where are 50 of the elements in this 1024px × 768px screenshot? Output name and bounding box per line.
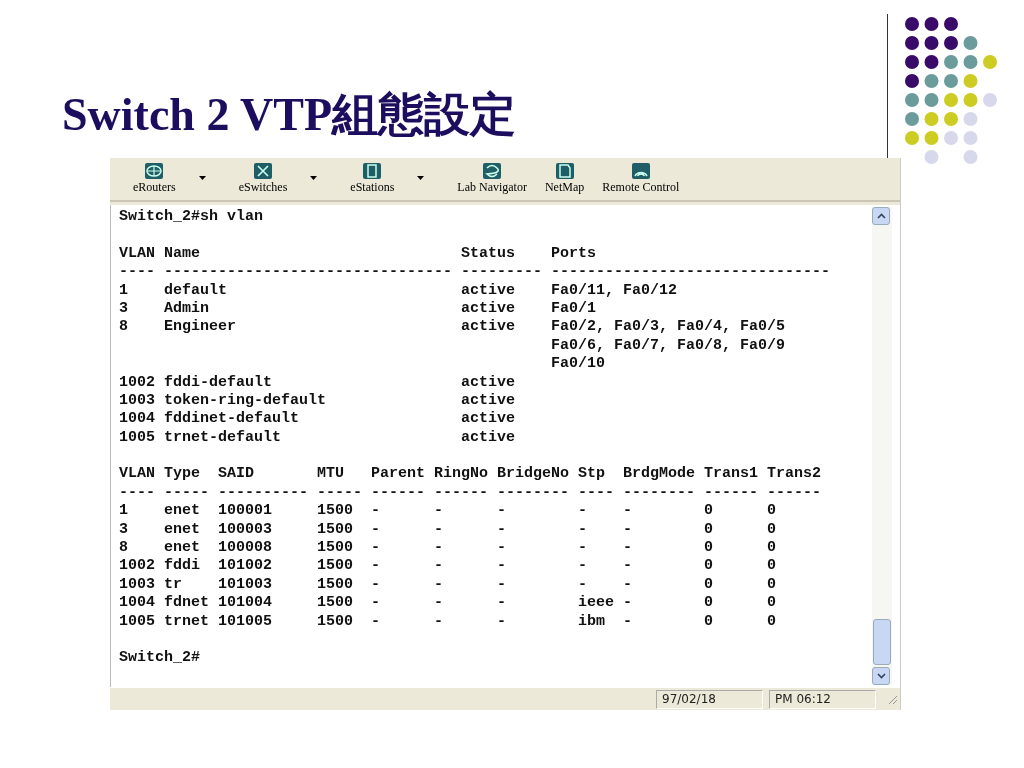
scrollbar[interactable]: [872, 207, 892, 685]
terminal-line: 3 enet 100003 1500 - - - - - 0 0: [119, 520, 778, 540]
toolbar-button[interactable]: Lab Navigator: [454, 162, 530, 194]
chevron-down-icon: [876, 673, 886, 679]
terminal-line: 1002 fddi-default active: [119, 373, 517, 392]
globe-icon: [144, 162, 165, 180]
terminal-line: 1 default active Fa0/11, Fa0/12: [119, 281, 679, 300]
toolbar-button[interactable]: eSwitches: [235, 162, 291, 194]
terminal-line: 1005 trnet-default active: [119, 428, 517, 448]
toolbar-button[interactable]: eRouters: [130, 162, 179, 194]
toolbar-button[interactable]: eStations: [347, 162, 398, 194]
dropdown-button[interactable]: [196, 174, 208, 182]
box-cross-icon: [253, 162, 273, 180]
terminal-line: Switch_2#sh vlan: [119, 208, 265, 227]
terminal-line: 8 enet 100008 1500 - - - - - 0 0: [119, 539, 778, 558]
scroll-down-button[interactable]: [872, 667, 890, 685]
chevron-up-icon: [876, 213, 886, 219]
terminal-line: 3 Admin active Fa0/1: [119, 299, 598, 319]
terminal-line: 8 Engineer active Fa0/2, Fa0/3, Fa0/4, Fa0/5: [119, 318, 787, 337]
terminal-line: 1005 trnet 101005 1500 - - - ibm - 0 0: [119, 612, 778, 631]
swirl-icon: [482, 162, 503, 180]
terminal-line: Switch_2#: [119, 649, 201, 668]
terminal-line: VLAN Type SAID MTU Parent RingNo BridgeNo Stp BrdgMode Trans1 Trans2: [119, 465, 823, 484]
terminal-line: ---- -------------------------------- --------- -------------------------------: [119, 263, 832, 282]
terminal-line: Fa0/10: [550, 355, 607, 374]
toolbar-button[interactable]: NetMap: [541, 162, 588, 194]
terminal-line: 1003 tr 101003 1500 - - - - - 0 0: [119, 575, 778, 595]
caret-icon: [198, 176, 206, 180]
terminal-line: 1004 fddinet-default active: [119, 410, 517, 429]
tower-icon: [362, 162, 383, 180]
terminal-line: 1004 fdnet 101004 1500 - - - ieee - 0 0: [119, 594, 778, 613]
terminal-line: 1 enet 100001 1500 - - - - - 0 0: [119, 502, 778, 521]
caret-icon: [417, 176, 425, 180]
terminal-line: 1002 fddi 101002 1500 - - - - - 0 0: [119, 557, 778, 576]
terminal-line: 1003 token-ring-default active: [119, 391, 517, 411]
dropdown-button[interactable]: [308, 174, 320, 182]
slide-title: Switch 2 VTP組態設定: [62, 92, 518, 138]
scroll-up-button[interactable]: [872, 207, 890, 225]
document-icon: [554, 162, 575, 180]
caret-icon: [310, 176, 318, 180]
terminal-line: VLAN Name Status Ports: [119, 244, 598, 264]
terminal-line: Fa0/6, Fa0/7, Fa0/8, Fa0/9: [550, 336, 787, 356]
dropdown-button[interactable]: [415, 174, 427, 182]
signal-icon: [630, 162, 651, 180]
terminal-line: ---- ----- ---------- ----- ------ ------ -------- ---- -------- ------ ------: [119, 483, 823, 503]
scroll-thumb[interactable]: [873, 619, 891, 665]
status-time: PM 06:12: [769, 689, 876, 709]
resize-grip-icon: [886, 693, 898, 705]
status-date: 97/02/18: [656, 689, 763, 709]
toolbar-button[interactable]: Remote Control: [599, 162, 683, 194]
